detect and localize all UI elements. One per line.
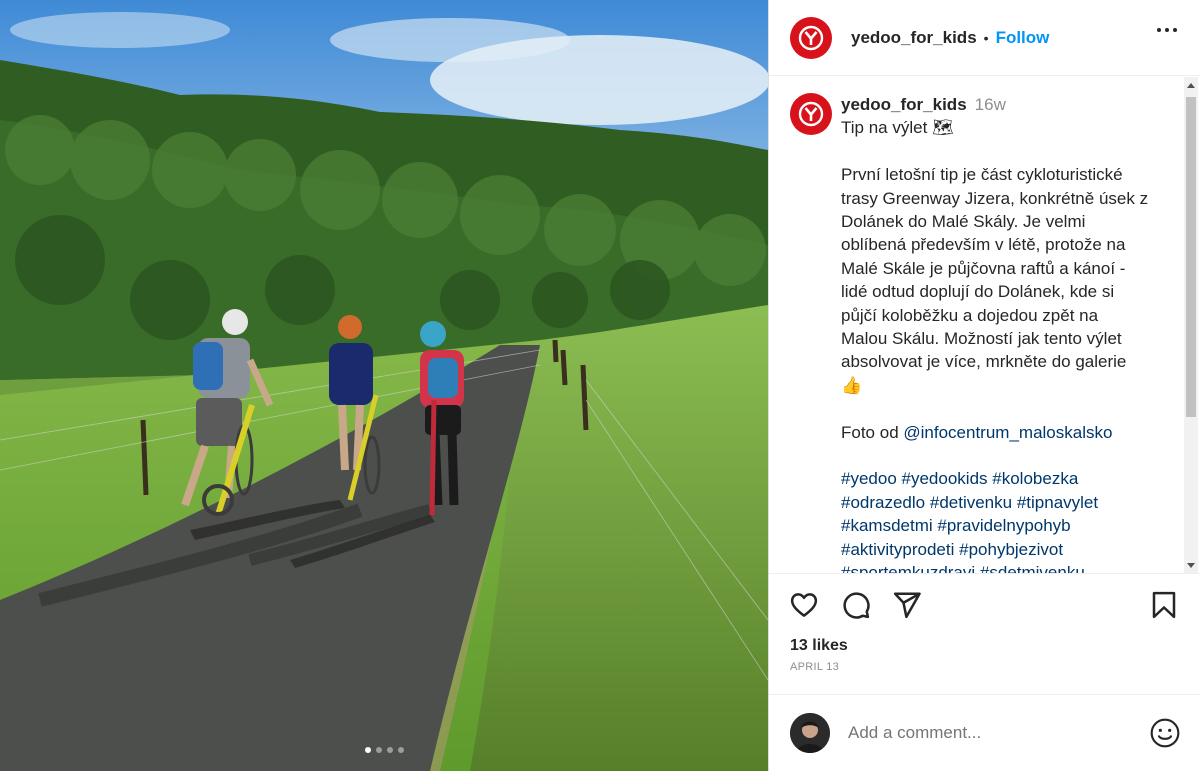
yedoo-logo-icon: [798, 25, 824, 50]
photo-credit: Foto od @infocentrum_maloskalsko: [841, 421, 1160, 444]
bookmark-icon[interactable]: [1149, 590, 1179, 620]
caption-scrollbar[interactable]: [1184, 77, 1198, 573]
caption-line: oblíbená především v létě, protože na: [841, 235, 1126, 255]
hashtags: #yedoo #yedookids #kolobezka #odrazedlo #…: [841, 467, 1160, 573]
caption-avatar[interactable]: [790, 93, 832, 135]
post-date[interactable]: APRIL 13: [790, 661, 839, 673]
photo-credit-prefix: Foto od: [841, 422, 904, 442]
carousel-dot[interactable]: [364, 747, 371, 753]
account-username[interactable]: yedoo_for_kids: [851, 28, 977, 48]
caption-body: Tip na výlet 🗺 První letošní tip je část …: [841, 116, 1160, 420]
post-header: yedoo_for_kids • Follow: [769, 0, 1200, 76]
caption-line: absolvovat je více, mrkněte do galerie: [841, 352, 1127, 372]
header-separator: •: [983, 29, 989, 46]
caption-line: Malé Skále je půjčovna raftů a kánoí -: [841, 258, 1126, 278]
hashtag-line: #odrazedlo #detivenku #tipnavylet: [841, 491, 1160, 514]
scroll-down-arrow-icon[interactable]: [1187, 563, 1195, 568]
caption-text: yedoo_for_kids 16w Tip na výlet 🗺 První le…: [841, 93, 1160, 573]
likes-count[interactable]: 13 likes: [790, 637, 848, 655]
post-photo[interactable]: [0, 0, 768, 771]
scroll-up-arrow-icon[interactable]: [1187, 83, 1195, 88]
comment-input[interactable]: [848, 723, 1118, 743]
hashtag-link[interactable]: #tipnavylet: [1017, 493, 1098, 512]
hashtag-line: #kamsdetmi #pravidelnypohyb: [841, 514, 1160, 537]
comment-bar: [769, 694, 1200, 771]
hashtag-link[interactable]: #kamsdetmi: [841, 516, 933, 535]
hashtag-link[interactable]: #aktivityprodeti: [841, 540, 954, 559]
scrollbar-thumb[interactable]: [1186, 97, 1196, 417]
caption-line: První letošní tip je část cykloturistick…: [841, 165, 1123, 185]
caption-time[interactable]: 16w: [975, 95, 1006, 114]
hashtag-link[interactable]: #kolobezka: [992, 469, 1078, 488]
heart-icon[interactable]: [789, 590, 819, 620]
photo-scene: [0, 0, 768, 771]
hashtag-line: #aktivityprodeti #pohybjezivot: [841, 538, 1160, 561]
hashtag-link[interactable]: #yedookids: [902, 469, 988, 488]
carousel-indicator: [0, 747, 768, 753]
hashtag-link[interactable]: #sdetmivenku: [980, 563, 1085, 573]
smiley-icon[interactable]: [1149, 717, 1181, 749]
hashtag-line: #yedoo #yedookids #kolobezka: [841, 467, 1160, 490]
post-actions: [769, 590, 1200, 626]
caption-line: půjčí koloběžku a dojedou zpět na: [841, 305, 1099, 325]
caption-line: Dolánek do Malé Skály. Je velmi: [841, 212, 1086, 232]
carousel-dot[interactable]: [386, 747, 393, 753]
follow-button[interactable]: Follow: [996, 28, 1050, 48]
hashtag-link[interactable]: #detivenku: [930, 493, 1012, 512]
more-horizontal-icon[interactable]: [1157, 28, 1177, 32]
caption-line: 👍: [841, 375, 863, 395]
caption-line: Malou Skálu. Možností jak tento výlet: [841, 329, 1122, 349]
mention-link[interactable]: @infocentrum_maloskalsko: [903, 423, 1112, 442]
hashtag-link[interactable]: #pohybjezivot: [959, 540, 1063, 559]
caption-line: trasy Greenway Jizera, konkrétně úsek z: [841, 188, 1149, 208]
current-user-avatar: [790, 713, 830, 753]
caption-line: lidé odtud doplují do Dolánek, kde si: [841, 282, 1115, 302]
send-icon[interactable]: [892, 590, 922, 620]
carousel-dot[interactable]: [375, 747, 382, 753]
account-avatar[interactable]: [790, 16, 832, 59]
yedoo-logo-icon: [798, 101, 824, 127]
hashtag-line: #sportemkuzdravi #sdetmivenku: [841, 561, 1160, 573]
carousel-dot[interactable]: [397, 747, 404, 753]
hashtag-link[interactable]: #pravidelnypohyb: [937, 516, 1070, 535]
caption-line: Tip na výlet 🗺: [841, 118, 954, 138]
caption-area[interactable]: yedoo_for_kids 16w Tip na výlet 🗺 První le…: [769, 77, 1200, 574]
post-sidebar: yedoo_for_kids • Follow yedoo_for_kids 16…: [768, 0, 1200, 771]
caption-username[interactable]: yedoo_for_kids: [841, 95, 967, 114]
comment-icon[interactable]: [841, 590, 871, 620]
hashtag-link[interactable]: #odrazedlo: [841, 493, 925, 512]
hashtag-link[interactable]: #yedoo: [841, 469, 897, 488]
hashtag-link[interactable]: #sportemkuzdravi: [841, 563, 975, 573]
